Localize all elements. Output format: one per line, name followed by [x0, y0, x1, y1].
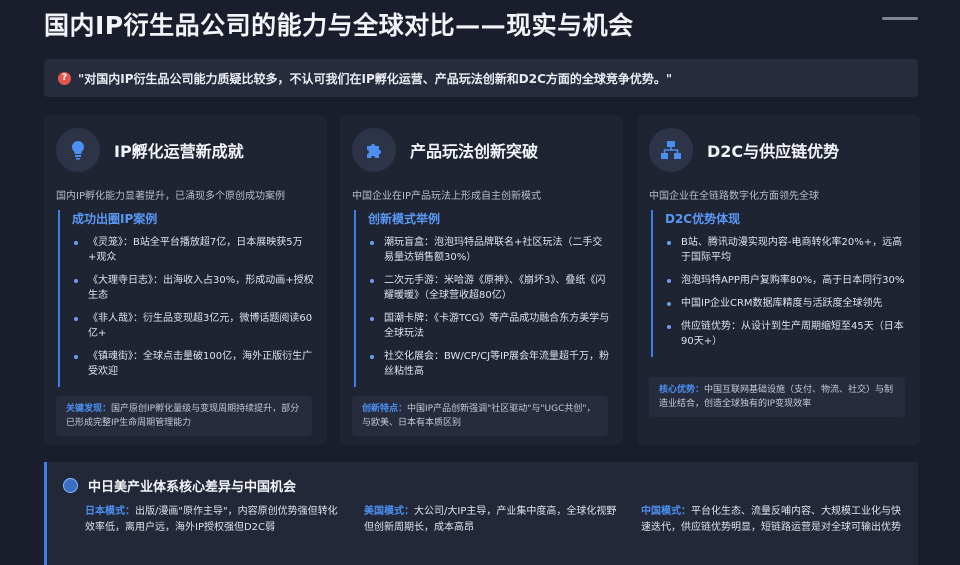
list-item: 中国IP企业CRM数据库精度与活跃度全球领先: [665, 296, 909, 311]
core-advantage-note: 核心优势：中国互联网基础设施（支付、物流、社交）与制造业结合，创造全球独有的IP…: [649, 377, 905, 417]
note-label: 创新特点：: [362, 404, 408, 414]
list-item: 《非人哉》：衍生品变现超3亿元，微博话题阅读60亿+: [72, 311, 316, 341]
case-list-box: 成功出圈IP案例 《灵笼》：B站全平台播放超7亿，日本展映获5万+观众 《大理寺…: [58, 210, 316, 387]
question-banner: ? "对国内IP衍生品公司能力质疑比较多，不认可我们在IP孵化运营、产品玩法创新…: [44, 59, 918, 97]
note-label: 核心优势：: [659, 385, 705, 395]
card-subtitle: 国内IP孵化能力显著提升，已涌现多个原创成功案例: [56, 191, 285, 202]
note-label: 关键发现：: [66, 404, 112, 414]
card-product-innovation: 产品玩法创新突破 中国企业在IP产品玩法上形成自主创新模式 创新模式举例 潮玩盲…: [340, 115, 623, 445]
card-subtitle: 中国企业在全链路数字化方面领先全球: [649, 191, 819, 202]
page-title: 国内IP衍生品公司的能力与全球对比——现实与机会: [44, 11, 634, 40]
japan-model: 日本模式：出版/漫画"原作主导"，内容原创优势强但转化效率低，离用户远，海外IP…: [85, 504, 347, 536]
model-label: 美国模式：: [364, 506, 414, 517]
banner-text: "对国内IP衍生品公司能力质疑比较多，不认可我们在IP孵化运营、产品玩法创新和D…: [78, 71, 673, 86]
card-title: 产品玩法创新突破: [410, 142, 539, 161]
list-head: 成功出圈IP案例: [72, 212, 158, 226]
list-head: 创新模式举例: [368, 212, 441, 226]
card-title: D2C与供应链优势: [707, 142, 840, 161]
d2c-list-box: D2C优势体现 B站、腾讯动漫实现内容-电商转化率20%+，远高于国际平均 泡泡…: [651, 210, 909, 357]
key-finding-note: 关键发现：国产原创IP孵化量级与变现周期持续提升，部分已形成完整IP生命周期管理…: [56, 396, 312, 436]
china-model: 中国模式：平台化生态、流量反哺内容、大规模工业化与快速迭代，供应链优势明显，短链…: [641, 504, 903, 536]
innovation-note: 创新特点：中国IP产品创新强调"社区驱动"与"UGC共创"，与欧美、日本有本质区…: [352, 396, 608, 436]
list-item: 《大理寺日志》：出海收入占30%，形成动画+授权生态: [72, 273, 316, 303]
card-ip-incubation: IP孵化运营新成就 国内IP孵化能力显著提升，已涌现多个原创成功案例 成功出圈I…: [44, 115, 327, 445]
card-subtitle: 中国企业在IP产品玩法上形成自主创新模式: [352, 191, 541, 202]
list-item: 供应链优势：从设计到生产周期缩短至45天（日本90天+）: [665, 319, 909, 349]
list-item: 二次元手游：米哈游《原神》、《崩坏3》、叠纸《闪耀暖暖》（全球营收超80亿）: [368, 273, 612, 303]
globe-icon: [63, 478, 78, 493]
model-label: 中国模式：: [641, 506, 691, 517]
list-item: 《灵笼》：B站全平台播放超7亿，日本展映获5万+观众: [72, 235, 316, 265]
innovation-list-box: 创新模式举例 潮玩盲盒：泡泡玛特品牌联名+社区玩法（二手交易量达销售额30%） …: [354, 210, 612, 387]
list-item: 潮玩盲盒：泡泡玛特品牌联名+社区玩法（二手交易量达销售额30%）: [368, 235, 612, 265]
puzzle-icon: [352, 128, 396, 172]
menu-line-icon: [882, 17, 918, 20]
model-label: 日本模式：: [85, 506, 135, 517]
lightbulb-icon: [56, 128, 100, 172]
question-icon: ?: [58, 71, 71, 85]
list-item: 《镇魂街》：全球点击量破100亿，海外正版衍生广受欢迎: [72, 349, 316, 379]
list-item: B站、腾讯动漫实现内容-电商转化率20%+，远高于国际平均: [665, 235, 909, 265]
list-item: 社交化展会：BW/CP/CJ等IP展会年流量超千万，粉丝粘性高: [368, 349, 612, 379]
card-d2c-supply-chain: D2C与供应链优势 中国企业在全链路数字化方面领先全球 D2C优势体现 B站、腾…: [637, 115, 920, 445]
comparison-title: 中日美产业体系核心差异与中国机会: [88, 480, 297, 495]
list-item: 泡泡玛特APP用户复购率80%，高于日本同行30%: [665, 273, 909, 288]
us-model: 美国模式：大公司/大IP主导，产业集中度高，全球化视野但创新周期长，成本高昂: [364, 504, 626, 536]
card-title: IP孵化运营新成就: [114, 142, 244, 161]
list-head: D2C优势体现: [665, 212, 741, 226]
comparison-panel: 中日美产业体系核心差异与中国机会 日本模式：出版/漫画"原作主导"，内容原创优势…: [44, 462, 918, 565]
network-icon: [649, 128, 693, 172]
list-item: 国潮卡牌：《卡游TCG》等产品成功融合东方美学与全球玩法: [368, 311, 612, 341]
